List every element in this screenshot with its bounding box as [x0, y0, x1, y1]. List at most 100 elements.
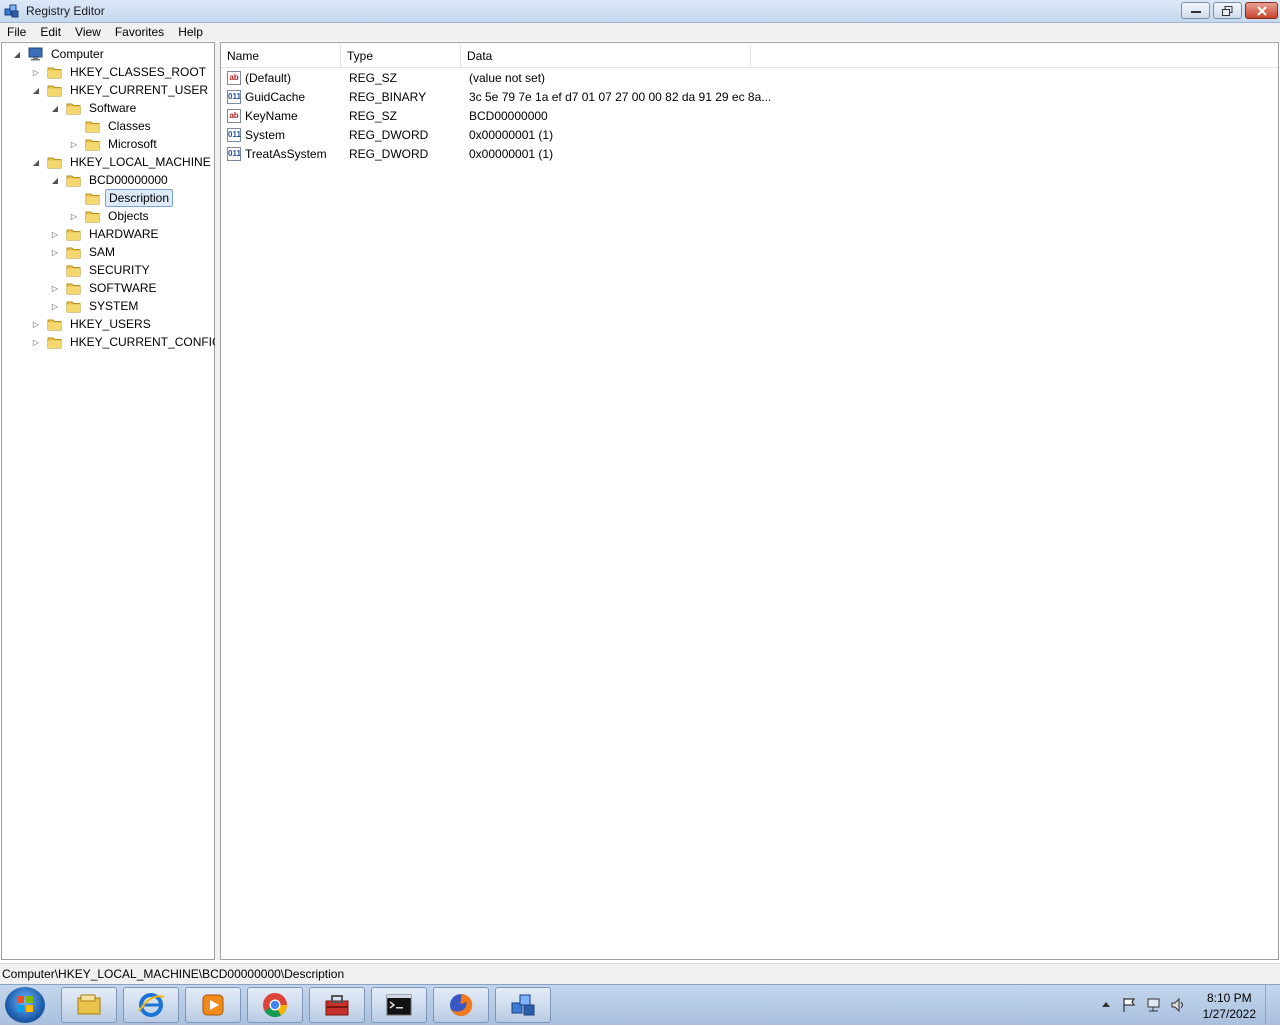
- expand-arrow-icon[interactable]: ▷: [31, 337, 41, 347]
- tree-item[interactable]: ◢ Computer: [12, 45, 107, 63]
- tree-item[interactable]: ▷ HARDWARE: [50, 225, 162, 243]
- cell-data: 0x00000001 (1): [469, 147, 554, 161]
- tree-item[interactable]: Classes: [69, 117, 154, 135]
- close-icon: [1256, 5, 1267, 16]
- collapse-arrow-icon[interactable]: ◢: [50, 175, 60, 185]
- cell-type: REG_DWORD: [349, 147, 429, 161]
- string-value-icon: ab: [227, 71, 241, 85]
- minimize-button[interactable]: [1181, 2, 1210, 19]
- folder-icon: [85, 139, 100, 151]
- minimize-icon: [1190, 10, 1201, 13]
- tree-item[interactable]: ◢ HKEY_LOCAL_MACHINE: [31, 153, 214, 171]
- table-row[interactable]: 011 System REG_DWORD 0x00000001 (1): [221, 126, 1278, 145]
- tree-item[interactable]: SECURITY: [50, 261, 153, 279]
- restore-button[interactable]: [1213, 2, 1242, 19]
- tree-item-label: Objects: [108, 209, 149, 223]
- table-row[interactable]: ab (Default) REG_SZ (value not set): [221, 69, 1278, 88]
- tree-item-label: Software: [89, 101, 137, 115]
- menu-edit[interactable]: Edit: [33, 25, 68, 39]
- tree-item[interactable]: ▷ HKEY_CLASSES_ROOT: [31, 63, 209, 81]
- expand-arrow-icon[interactable]: ▷: [50, 229, 60, 239]
- tree-item[interactable]: ▷ SAM: [50, 243, 118, 261]
- volume-icon[interactable]: [1170, 997, 1186, 1013]
- collapse-arrow-icon[interactable]: ◢: [31, 157, 41, 167]
- tree-item[interactable]: ◢ BCD00000000: [50, 171, 171, 189]
- tree-item-label: HKEY_LOCAL_MACHINE: [70, 155, 211, 169]
- restore-icon: [1222, 5, 1233, 16]
- column-header-name[interactable]: Name: [221, 45, 341, 67]
- expand-arrow-icon[interactable]: ▷: [69, 139, 79, 149]
- table-row[interactable]: 011 GuidCache REG_BINARY 3c 5e 79 7e 1a ef …: [221, 88, 1278, 107]
- folder-icon: [47, 337, 62, 349]
- tree-item[interactable]: ▷ SOFTWARE: [50, 279, 160, 297]
- table-row[interactable]: 011 TreatAsSystem REG_DWORD 0x00000001 (1): [221, 145, 1278, 164]
- taskbar-button[interactable]: [185, 987, 241, 1023]
- collapse-arrow-icon[interactable]: ◢: [31, 85, 41, 95]
- tree-item-label: Classes: [108, 119, 151, 133]
- menu-favorites[interactable]: Favorites: [108, 25, 171, 39]
- menu-file[interactable]: File: [0, 25, 33, 39]
- cell-data: (value not set): [469, 71, 546, 85]
- expand-arrow-icon[interactable]: ▷: [50, 283, 60, 293]
- expand-arrow-icon[interactable]: ▷: [69, 211, 79, 221]
- tree-item[interactable]: ▷ HKEY_CURRENT_CONFIG: [31, 333, 224, 351]
- cell-type: REG_SZ: [349, 109, 398, 123]
- tree-item-label: Computer: [51, 47, 104, 61]
- taskbar-button[interactable]: [61, 987, 117, 1023]
- value-list[interactable]: Name Type Data ab (Default) REG_SZ (value n…: [220, 42, 1279, 960]
- tree-item-label: HARDWARE: [89, 227, 159, 241]
- taskbar-button[interactable]: [247, 987, 303, 1023]
- expand-arrow-icon[interactable]: ▷: [50, 247, 60, 257]
- expand-arrow-icon[interactable]: ▷: [31, 67, 41, 77]
- clock-time: 8:10 PM: [1206, 991, 1252, 1005]
- collapse-arrow-icon[interactable]: ◢: [50, 103, 60, 113]
- expand-arrow-icon[interactable]: ▷: [31, 319, 41, 329]
- folder-icon: [66, 301, 81, 313]
- column-header-type[interactable]: Type: [341, 45, 461, 67]
- tree-item[interactable]: ▷ SYSTEM: [50, 297, 141, 315]
- action-center-flag-icon[interactable]: [1122, 997, 1136, 1013]
- tree-item[interactable]: Description: [69, 189, 174, 207]
- tree-item[interactable]: ◢ HKEY_CURRENT_USER: [31, 81, 211, 99]
- window-title: Registry Editor: [26, 4, 105, 18]
- tree-item[interactable]: ▷ HKEY_USERS: [31, 315, 154, 333]
- menu-view[interactable]: View: [68, 25, 108, 39]
- key-tree[interactable]: ◢ Computer ▷ HKEY_CLASSES_ROOT ◢ HKEY_CURRENT…: [1, 42, 221, 960]
- show-desktop-button[interactable]: [1265, 985, 1280, 1025]
- start-button[interactable]: [5, 987, 45, 1023]
- folder-icon: [85, 193, 100, 205]
- taskbar-button[interactable]: [309, 987, 365, 1023]
- clock[interactable]: 8:10 PM 1/27/2022: [1203, 990, 1256, 1022]
- cell-data: BCD00000000: [469, 109, 548, 123]
- registry-editor-icon: [4, 4, 19, 18]
- tree-item-label: HKEY_CURRENT_CONFIG: [70, 335, 222, 349]
- taskbar-button[interactable]: [495, 987, 551, 1023]
- cell-name: TreatAsSystem: [245, 147, 327, 161]
- taskbar-button[interactable]: [371, 987, 427, 1023]
- network-icon[interactable]: [1146, 997, 1162, 1013]
- tree-item[interactable]: ◢ Software: [50, 99, 139, 117]
- cell-data: 3c 5e 79 7e 1a ef d7 01 07 27 00 00 82 d…: [469, 90, 772, 104]
- folder-icon: [66, 283, 81, 295]
- tree-item[interactable]: ▷ Microsoft: [69, 135, 160, 153]
- tree-item-label: SECURITY: [89, 263, 150, 277]
- cell-data: 0x00000001 (1): [469, 128, 554, 142]
- show-hidden-icons-icon[interactable]: [1102, 1001, 1110, 1007]
- cell-name: GuidCache: [245, 90, 306, 104]
- taskbar-button[interactable]: [123, 987, 179, 1023]
- menu-help[interactable]: Help: [171, 25, 210, 39]
- folder-icon: [66, 265, 81, 277]
- expand-arrow-icon[interactable]: ▷: [50, 301, 60, 311]
- tree-item[interactable]: ▷ Objects: [69, 207, 152, 225]
- taskbar: 8:10 PM 1/27/2022: [0, 984, 1280, 1025]
- tree-item-label: SAM: [89, 245, 116, 259]
- string-value-icon: ab: [227, 109, 241, 123]
- taskbar-button[interactable]: [433, 987, 489, 1023]
- collapse-arrow-icon[interactable]: ◢: [12, 49, 22, 59]
- column-header-data[interactable]: Data: [461, 45, 751, 67]
- table-row[interactable]: ab KeyName REG_SZ BCD00000000: [221, 107, 1278, 126]
- chrome-icon: [263, 993, 287, 1018]
- close-button[interactable]: [1245, 2, 1278, 19]
- clock-date: 1/27/2022: [1202, 1007, 1256, 1021]
